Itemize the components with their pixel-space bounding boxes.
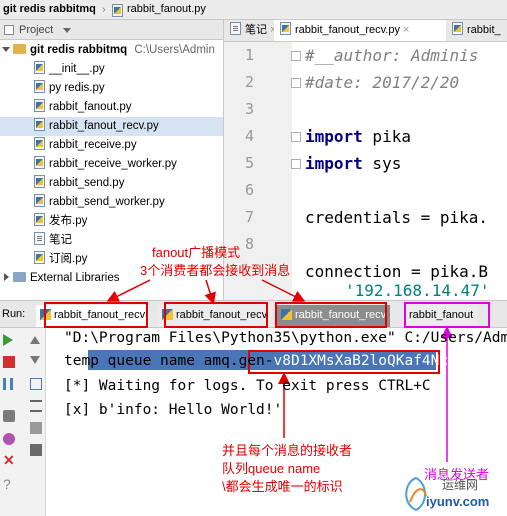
console-command-line: "D:\Program Files\Python35\python.exe" C… <box>64 330 507 346</box>
annotation-arrows <box>106 279 453 462</box>
queue-prefix: temp queue name amq.gen- <box>64 353 274 369</box>
console-received-line: [x] b'info: Hello World!' <box>64 402 283 418</box>
watermark-brand: 运维网 <box>442 478 479 492</box>
arrow-to-tab-3 <box>261 279 306 302</box>
arrow-to-tab-2 <box>204 279 216 305</box>
console-waiting-line: [*] Waiting for logs. To exit press CTRL… <box>64 378 431 394</box>
watermark-text: iyunv.com <box>426 494 490 509</box>
queue-id: v8D1XMsXaB2loQKaf4NcZA <box>273 353 466 369</box>
watermark: 运维网 iyunv.com <box>398 474 504 514</box>
arrow-to-tab-1 <box>106 279 151 302</box>
console-queue-line: temp queue name amq.gen-v8D1XMsXaB2loQKa… <box>64 353 466 369</box>
